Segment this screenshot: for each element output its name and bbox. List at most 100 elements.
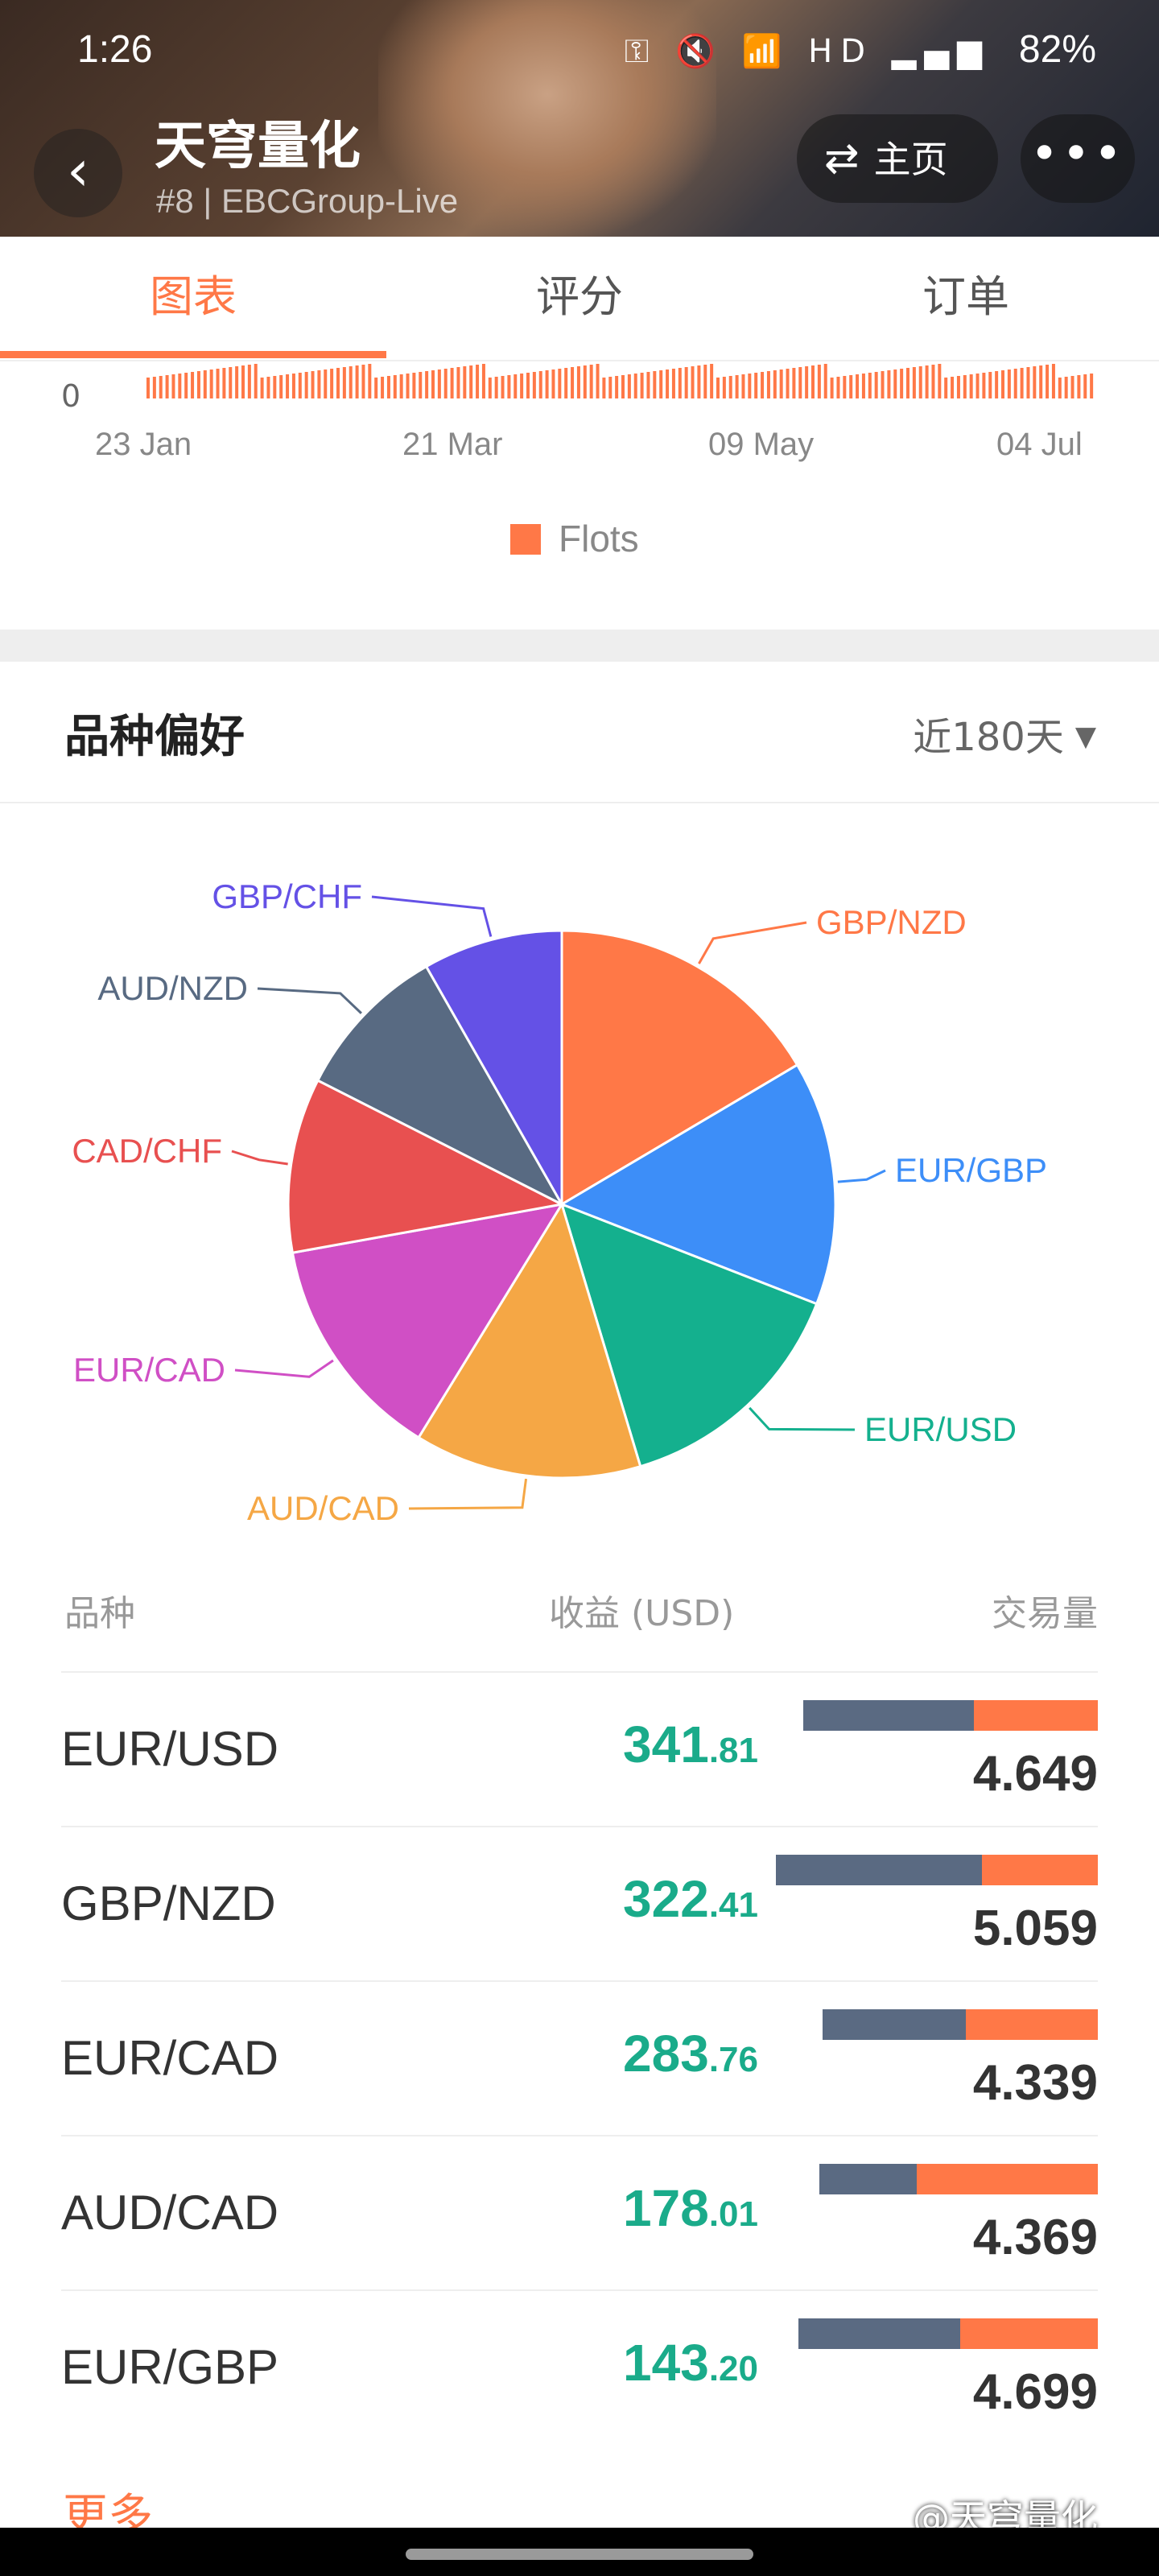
profit-int: 341	[623, 1715, 709, 1773]
lots-bar	[716, 378, 720, 398]
lots-bar	[735, 375, 739, 398]
lots-bar	[235, 366, 239, 398]
lots-bar	[893, 369, 897, 398]
lots-bar	[349, 366, 353, 398]
lots-bar	[538, 371, 542, 398]
lots-bar	[741, 374, 745, 398]
lots-bar	[291, 374, 295, 398]
period-dropdown[interactable]: 近180天 ▼	[913, 705, 1096, 762]
active-tab-indicator	[0, 351, 386, 358]
lots-bar	[830, 378, 834, 398]
lots-bar	[501, 376, 505, 398]
lots-bar-series	[146, 364, 1094, 398]
lots-bar	[982, 373, 986, 398]
table-row[interactable]: EUR/GBP 143.20 4.699	[61, 2289, 1098, 2444]
volume-split-bar	[823, 2009, 1098, 2040]
lots-bar	[469, 365, 473, 398]
lots-bar	[975, 374, 980, 398]
swap-icon: ⇄	[824, 134, 860, 183]
lots-bar	[691, 366, 695, 398]
profile-header: 1:26 ⚿ 🔇 📶 HD ▂▄▆ 82% ‹ 天穹量化 #8 | EBCGro…	[0, 0, 1159, 237]
lots-bar	[602, 378, 606, 398]
x-tick-label: 23 Jan	[95, 427, 192, 462]
legend-label: Flots	[559, 518, 639, 559]
lots-bar	[425, 371, 429, 398]
more-button[interactable]: •••	[1021, 114, 1135, 203]
x-tick-label: 09 May	[708, 427, 815, 462]
lots-bar	[646, 372, 650, 398]
lots-bar	[792, 368, 796, 398]
home-button[interactable]: ⇄ 主页	[797, 114, 998, 203]
lots-bar	[159, 376, 163, 398]
lots-bar	[545, 370, 549, 398]
column-header-symbol: 品种	[64, 1593, 135, 1634]
lots-bar	[666, 369, 670, 398]
lots-bar	[956, 376, 960, 398]
tab-score[interactable]: 评分	[386, 237, 773, 361]
lots-bar	[266, 377, 270, 398]
lots-bar	[786, 369, 790, 398]
lots-bar	[596, 364, 600, 398]
lots-bar	[1077, 375, 1081, 398]
battery-level: 82%	[1018, 28, 1096, 71]
lots-bar	[684, 367, 688, 398]
lots-bar	[324, 369, 328, 398]
lots-bar	[621, 375, 625, 398]
period-label: 近180天	[913, 715, 1064, 760]
home-gesture-pill[interactable]	[406, 2549, 753, 2560]
row-volume: 4.369	[972, 2210, 1098, 2265]
lots-bar	[748, 374, 752, 398]
lots-bar	[298, 373, 302, 398]
lots-bar	[241, 365, 245, 398]
lots-bar	[728, 376, 732, 398]
lots-bar	[209, 369, 213, 398]
lots-bar	[216, 369, 220, 398]
row-profit: 178.01	[623, 2178, 758, 2238]
profit-int: 178	[623, 2179, 709, 2237]
pie-leader-line	[234, 1359, 334, 1378]
lots-bar	[488, 378, 492, 398]
lots-bar	[532, 372, 536, 398]
lots-bar	[514, 374, 518, 398]
lots-bar	[171, 374, 175, 398]
pie-label: AUD/CAD	[247, 1489, 399, 1527]
row-symbol: EUR/GBP	[61, 2340, 279, 2394]
lots-bar	[659, 370, 663, 398]
lots-bar	[817, 365, 821, 398]
lots-bar	[1046, 365, 1050, 398]
lots-bar	[944, 378, 948, 398]
lots-bar	[551, 369, 555, 398]
chart-legend[interactable]: Flots	[510, 517, 639, 560]
lots-bar	[368, 364, 372, 398]
tab-chart[interactable]: 图表	[0, 237, 386, 361]
x-tick-label: 21 Mar	[402, 427, 503, 462]
lots-bar	[576, 366, 580, 398]
tab-bar: 图表 评分 订单	[0, 237, 1159, 361]
tab-orders[interactable]: 订单	[773, 237, 1159, 361]
lots-bar	[178, 374, 182, 398]
lots-bar	[1001, 370, 1004, 398]
table-row[interactable]: GBP/NZD 322.41 5.059	[61, 1826, 1098, 1980]
lots-bar	[184, 373, 188, 398]
profit-decimal: .81	[708, 1731, 758, 1770]
pie-leader-line	[408, 1478, 528, 1510]
lots-bar	[330, 369, 334, 398]
lots-bar	[703, 365, 707, 398]
lots-bar	[887, 370, 891, 398]
pie-label: GBP/CHF	[212, 877, 362, 915]
profit-decimal: .01	[708, 2194, 758, 2234]
lots-bar	[399, 374, 403, 398]
legend-swatch	[510, 524, 541, 555]
lots-bar	[918, 366, 922, 398]
table-row[interactable]: EUR/USD 341.81 4.649	[61, 1671, 1098, 1826]
pie-leader-line	[749, 1406, 856, 1431]
caret-down-icon: ▼	[1074, 720, 1096, 753]
back-button[interactable]: ‹	[34, 129, 122, 217]
table-row[interactable]: EUR/CAD 283.76 4.339	[61, 1980, 1098, 2135]
lots-bar	[868, 373, 872, 398]
lots-bar	[583, 365, 587, 398]
lots-bar	[849, 375, 853, 398]
lots-bar	[279, 375, 283, 398]
table-row[interactable]: AUD/CAD 178.01 4.369	[61, 2135, 1098, 2289]
lots-bar	[494, 377, 498, 398]
